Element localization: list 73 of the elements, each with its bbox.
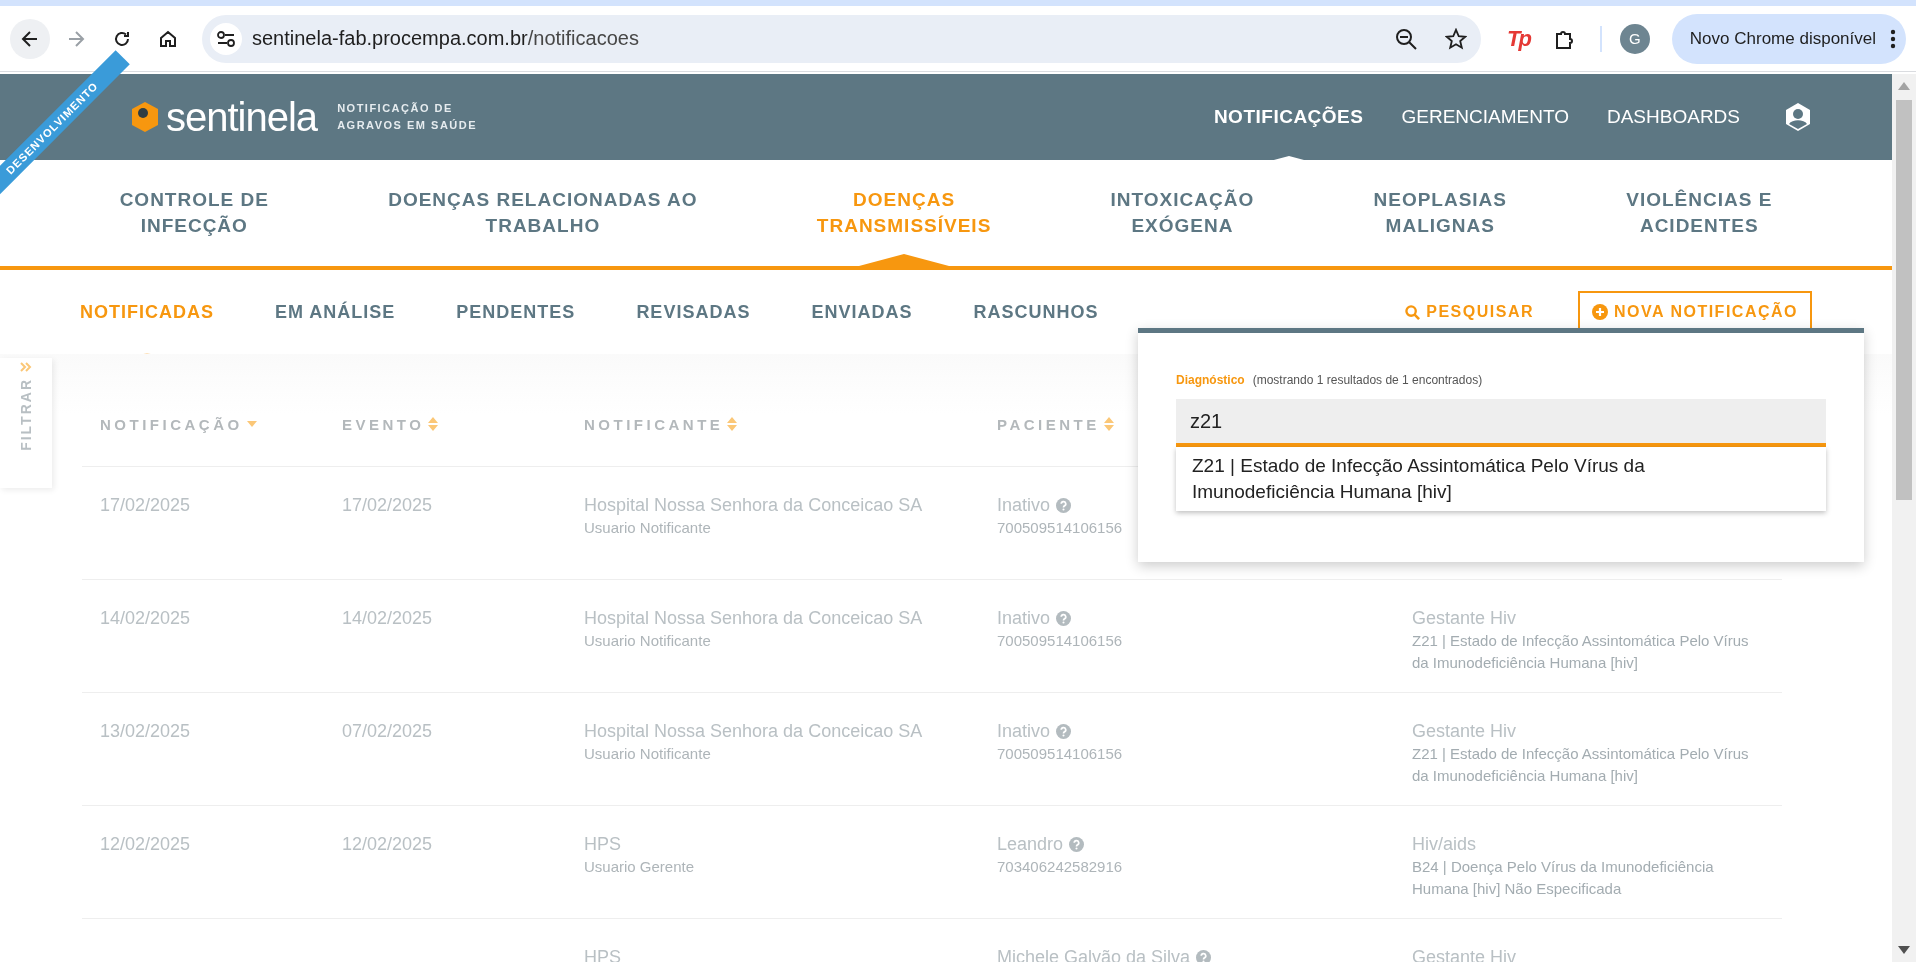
- double-chevron-icon: [20, 362, 32, 372]
- diagnosis-text: B24 | Doença Pelo Vírus da Imunodeficiência Humana [hiv] Não Especificada: [1412, 857, 1715, 899]
- diagnosis-text: Z21 | Estado de Infecção Assintomática Pelo Vírus da Imunodeficiência Humana [hiv]: [1412, 631, 1750, 673]
- category-tab[interactable]: DOENÇAS RELACIONADAS AO TRABALHO: [382, 186, 704, 240]
- table-cell-text: 17/02/2025: [342, 494, 434, 517]
- notifier-name: Hospital Nossa Senhora da Conceicao SA: [584, 494, 924, 517]
- notifier-name: Hospital Nossa Senhora da Conceicao SA: [584, 607, 924, 630]
- site-settings-icon[interactable]: [210, 22, 242, 55]
- help-icon: [1056, 610, 1072, 626]
- url-text: sentinela-fab.procempa.com.br/notificacoes: [252, 27, 640, 50]
- notifier-role: Usuario Notificante: [584, 518, 712, 538]
- bookmark-star-icon[interactable]: [1444, 27, 1467, 50]
- notifier-role: Usuario Notificante: [584, 744, 712, 764]
- logo-text: sentinela: [166, 94, 318, 140]
- patient-id: 700509514106156: [997, 744, 1124, 764]
- extension-logo[interactable]: Tp: [1494, 25, 1542, 52]
- patient-name: Inativo: [997, 720, 1051, 743]
- update-chrome-button[interactable]: Novo Chrome disponível: [1671, 13, 1906, 64]
- condition-name: Gestante Hiv: [1412, 607, 1518, 630]
- patient-id: 703406242582916: [997, 857, 1124, 877]
- more-vert-icon: [1890, 28, 1896, 49]
- condition-name: Hiv/aids: [1412, 833, 1478, 856]
- table-cell-text: 14/02/2025: [100, 607, 192, 630]
- forward-arrow-icon: [66, 28, 86, 49]
- patient-name: Inativo: [997, 607, 1051, 630]
- category-tab[interactable]: NEOPLASIAS MALIGNAS: [1367, 186, 1513, 240]
- diagnosis-text: Z21 | Estado de Infecção Assintomática Pelo Vírus da Imunodeficiência Humana [hiv]: [1412, 744, 1750, 786]
- table-cell-text: 12/02/2025: [100, 833, 192, 856]
- category-tab[interactable]: CONTROLE DE INFECÇÃO: [113, 186, 275, 240]
- profile-avatar[interactable]: G: [1619, 23, 1650, 54]
- category-tab[interactable]: INTOXICAÇÃO EXÓGENA: [1104, 186, 1261, 240]
- condition-name: Gestante Hiv: [1412, 720, 1518, 743]
- notifier-name: HPS: [584, 833, 622, 856]
- table-cell-text: 07/02/2025: [342, 720, 434, 743]
- logo-icon: [130, 100, 160, 134]
- status-tab[interactable]: PENDENTES: [456, 301, 576, 323]
- home-icon: [158, 28, 178, 49]
- address-bar[interactable]: sentinela-fab.procempa.com.br/notificacoes: [202, 14, 1481, 63]
- suggestion-item[interactable]: Z21 | Estado de Infecção Assintomática Pelo Vírus da Imunodeficiência Humana [hiv]: [1176, 447, 1826, 511]
- result-count: (mostrando 1 resultados de 1 encontrados): [1252, 373, 1483, 387]
- table-cell-text: 13/02/2025: [100, 720, 192, 743]
- status-tab[interactable]: RASCUNHOS: [973, 301, 1099, 323]
- back-button[interactable]: [10, 18, 50, 59]
- category-tab[interactable]: VIOLÊNCIAS E ACIDENTES: [1620, 186, 1779, 240]
- back-arrow-icon: [20, 28, 40, 49]
- notifier-name: Hospital Nossa Senhora da Conceicao SA: [584, 720, 924, 743]
- table-cell-text: 14/02/2025: [342, 607, 434, 630]
- notifier-role: Usuario Gerente: [584, 857, 696, 877]
- app-tagline: NOTIFICAÇÃO DE AGRAVOS EM SAÚDE: [337, 101, 478, 133]
- zoom-out-icon[interactable]: [1394, 27, 1417, 50]
- patient-id: 700509514106156: [997, 631, 1124, 651]
- patient-name: Leandro: [997, 833, 1064, 856]
- status-tab[interactable]: REVISADAS: [636, 301, 751, 323]
- status-tab[interactable]: ENVIADAS: [811, 301, 913, 323]
- nav-link[interactable]: DASHBOARDS: [1606, 106, 1740, 128]
- help-icon: [1069, 836, 1085, 852]
- patient-id: 700509514106156: [997, 518, 1124, 538]
- patient-name: Inativo: [997, 494, 1051, 517]
- field-label: Diagnóstico: [1176, 373, 1245, 387]
- scroll-down-icon[interactable]: [1898, 946, 1910, 954]
- help-icon: [1056, 723, 1072, 739]
- diagnosis-input[interactable]: z21: [1176, 399, 1826, 447]
- search-icon: [1405, 304, 1421, 320]
- scrollbar[interactable]: [1892, 74, 1916, 962]
- help-icon: [1056, 497, 1072, 513]
- plus-circle-icon: [1592, 304, 1608, 320]
- user-profile-icon[interactable]: [1784, 102, 1812, 132]
- table-cell-text: 17/02/2025: [100, 494, 192, 517]
- help-icon: [1196, 949, 1212, 962]
- nav-link[interactable]: GERENCIAMENTO: [1401, 106, 1569, 128]
- table-cell-text: 12/02/2025: [342, 833, 434, 856]
- notifier-role: Usuario Notificante: [584, 631, 712, 651]
- status-tab[interactable]: EM ANÁLISE: [275, 301, 396, 323]
